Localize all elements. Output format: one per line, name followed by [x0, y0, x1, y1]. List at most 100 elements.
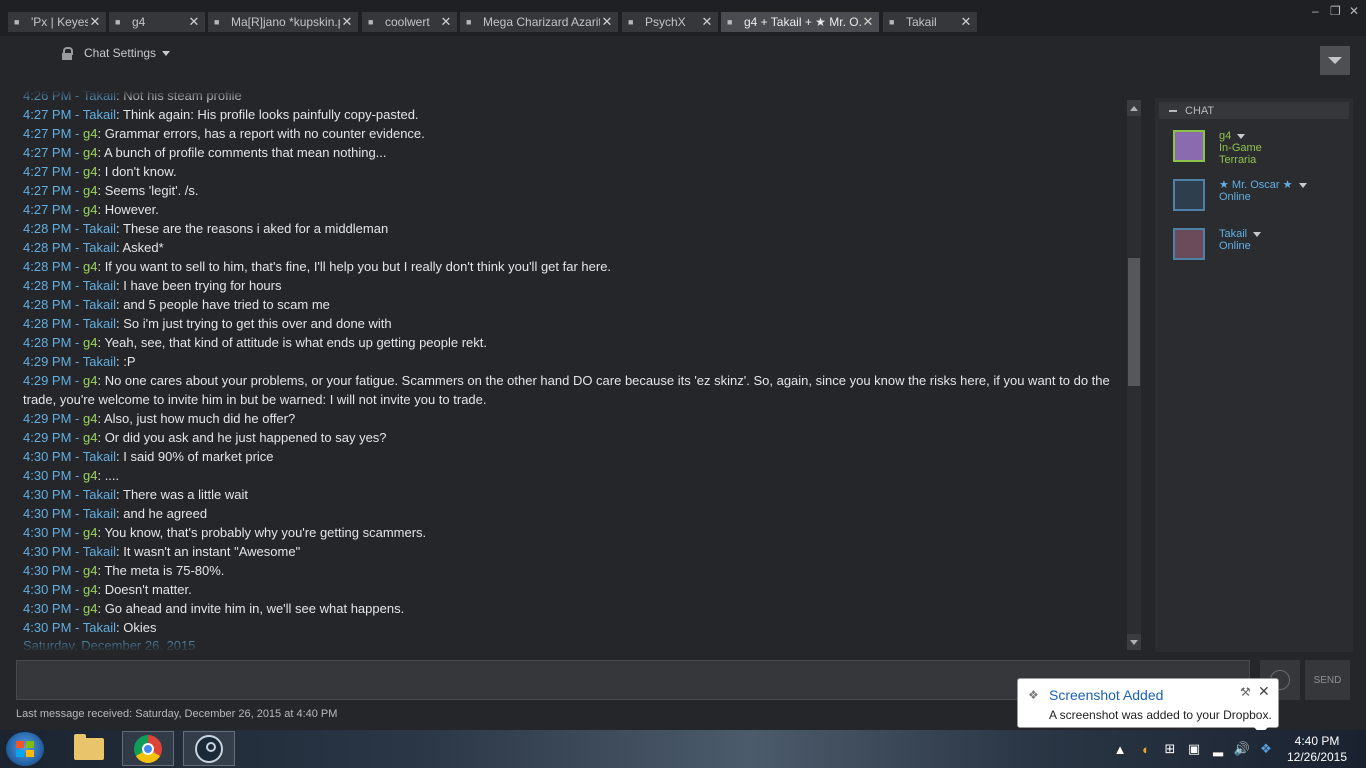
avatar[interactable] [1173, 179, 1205, 211]
chat-tab[interactable]: ■ g4 + Takail + ★ Mr. O... ✕ [721, 12, 879, 32]
chevron-down-icon [1328, 57, 1342, 64]
message-time: 4:29 PM [23, 373, 72, 388]
message-sender[interactable]: g4 [83, 335, 97, 350]
member-name-row[interactable]: g4 [1219, 130, 1246, 142]
chat-tab[interactable]: ■ Mega Charizard Azarit... ✕ [460, 12, 618, 32]
scroll-down-button[interactable] [1127, 634, 1141, 650]
close-tab-icon[interactable]: ✕ [340, 14, 354, 30]
wrench-icon[interactable]: ⚒ [1240, 685, 1251, 699]
chat-tab[interactable]: ■ Ma[R]jano *kupskin.pl ✕ [208, 12, 358, 32]
message-sender[interactable]: g4 [83, 525, 97, 540]
start-button[interactable] [6, 732, 44, 766]
scroll-up-button[interactable] [1127, 100, 1141, 116]
close-tab-icon[interactable]: ✕ [959, 14, 973, 30]
chat-message: 4:30 PM - g4: You know, that's probably … [23, 525, 427, 540]
show-hidden-icons-icon[interactable]: ▲ [1112, 741, 1128, 757]
member-name-row[interactable]: ★ Mr. Oscar ★ [1219, 179, 1307, 191]
message-sender[interactable]: g4 [83, 430, 97, 445]
avatar[interactable] [1173, 228, 1205, 260]
member-name: Takail [1219, 228, 1248, 240]
message-text: Seems 'legit'. /s. [104, 183, 199, 198]
chat-log: 4:30 PM - Takail: Okies 4:30 PM - g4: Go … [14, 90, 1126, 652]
message-time: 4:28 PM [23, 240, 72, 255]
chat-member[interactable]: ★ Mr. Oscar ★ Online [1173, 179, 1348, 217]
maximize-icon[interactable]: ❐ [1330, 4, 1341, 18]
chat-settings-menu[interactable]: Chat Settings [62, 44, 171, 62]
message-text: You know, that's probably why you're get… [104, 525, 427, 540]
dropbox-tray-icon[interactable]: ❖ [1258, 741, 1274, 757]
minimize-icon[interactable]: – [1312, 4, 1319, 18]
message-sender[interactable]: g4 [83, 373, 97, 388]
avatar[interactable] [1173, 130, 1205, 162]
message-text: Grammar errors, has a report with no cou… [104, 126, 425, 141]
message-sender[interactable]: g4 [83, 259, 97, 274]
chat-tab[interactable]: ■ coolwert ✕ [362, 12, 457, 32]
close-window-icon[interactable]: ✕ [1349, 4, 1359, 18]
chevron-down-icon[interactable] [1253, 231, 1262, 237]
message-sender[interactable]: g4 [83, 411, 97, 426]
message-sender[interactable]: Takail [83, 506, 116, 521]
message-sender[interactable]: Takail [83, 354, 116, 369]
app-tray-icon[interactable]: ◐ [1138, 741, 1154, 757]
chat-members-header[interactable]: CHAT [1159, 102, 1349, 119]
dropbox-notification[interactable]: ❖ Screenshot Added A screenshot was adde… [1017, 678, 1279, 735]
chevron-down-icon[interactable] [1298, 182, 1307, 188]
chevron-down-icon[interactable] [1237, 133, 1246, 139]
message-sender[interactable]: g4 [83, 582, 97, 597]
taskbar-clock[interactable]: 4:40 PM 12/26/2015 [1282, 733, 1352, 765]
message-sender[interactable]: g4 [83, 601, 97, 616]
network-icon[interactable]: ▂ [1210, 741, 1226, 757]
taskbar-steam[interactable] [183, 731, 235, 766]
close-tab-icon[interactable]: ✕ [700, 14, 714, 30]
chat-message: 4:28 PM - Takail: I have been trying for… [23, 278, 282, 293]
chat-scrollbar[interactable] [1127, 100, 1141, 650]
collapse-icon [1169, 109, 1177, 112]
message-sender[interactable]: g4 [83, 145, 97, 160]
chat-message: 4:30 PM - Takail: I said 90% of market p… [23, 449, 274, 464]
message-sender[interactable]: Takail [83, 620, 116, 635]
close-tab-icon[interactable]: ✕ [187, 14, 201, 30]
message-text: I have been trying for hours [123, 278, 282, 293]
chat-tab[interactable]: ■ Takail ✕ [883, 12, 977, 32]
message-sender[interactable]: Takail [83, 278, 116, 293]
message-sender[interactable]: Takail [83, 297, 116, 312]
message-sender[interactable]: g4 [83, 164, 97, 179]
message-time: 4:30 PM [23, 525, 72, 540]
scroll-thumb[interactable] [1128, 258, 1140, 386]
message-text: and 5 people have tried to scam me [123, 297, 330, 312]
chat-member[interactable]: g4 In-Game Terraria [1173, 130, 1348, 168]
options-dropdown-button[interactable] [1320, 46, 1350, 75]
close-tab-icon[interactable]: ✕ [88, 14, 102, 30]
message-sender[interactable]: g4 [83, 126, 97, 141]
close-tab-icon[interactable]: ✕ [439, 14, 453, 30]
message-sender[interactable]: Takail [83, 487, 116, 502]
message-sender[interactable]: Takail [83, 107, 116, 122]
message-time: 4:28 PM [23, 335, 72, 350]
chat-bubble-icon: ■ [115, 17, 121, 27]
message-sender[interactable]: Takail [83, 544, 116, 559]
chat-tab[interactable]: ■ 'Px | Keyes ✕ [8, 12, 106, 32]
message-sender[interactable]: Takail [83, 221, 116, 236]
action-center-icon[interactable]: ⊞ [1162, 741, 1178, 757]
message-text: Yeah, see, that kind of attitude is what… [104, 335, 488, 350]
close-tab-icon[interactable]: ✕ [600, 14, 614, 30]
taskbar-chrome[interactable] [122, 731, 174, 766]
member-name-row[interactable]: Takail [1219, 228, 1262, 240]
message-sender[interactable]: g4 [83, 183, 97, 198]
chat-member[interactable]: Takail Online [1173, 228, 1348, 266]
close-tab-icon[interactable]: ✕ [861, 14, 875, 30]
close-notification-icon[interactable]: ✕ [1258, 683, 1270, 700]
device-icon[interactable]: ▣ [1186, 741, 1202, 757]
send-button[interactable]: SEND [1305, 660, 1350, 700]
message-sender[interactable]: g4 [83, 202, 97, 217]
message-sender[interactable]: g4 [83, 468, 97, 483]
message-sender[interactable]: Takail [83, 449, 116, 464]
message-sender[interactable]: g4 [83, 563, 97, 578]
message-sender[interactable]: Takail [83, 240, 116, 255]
chat-message: 4:27 PM - Takail: Think again: His profi… [23, 107, 419, 122]
volume-icon[interactable]: 🔊 [1234, 741, 1250, 757]
taskbar-explorer[interactable] [63, 731, 115, 766]
chat-tab[interactable]: ■ g4 ✕ [109, 12, 205, 32]
chat-tab[interactable]: ■ PsychX ✕ [622, 12, 718, 32]
message-sender[interactable]: Takail [83, 316, 116, 331]
